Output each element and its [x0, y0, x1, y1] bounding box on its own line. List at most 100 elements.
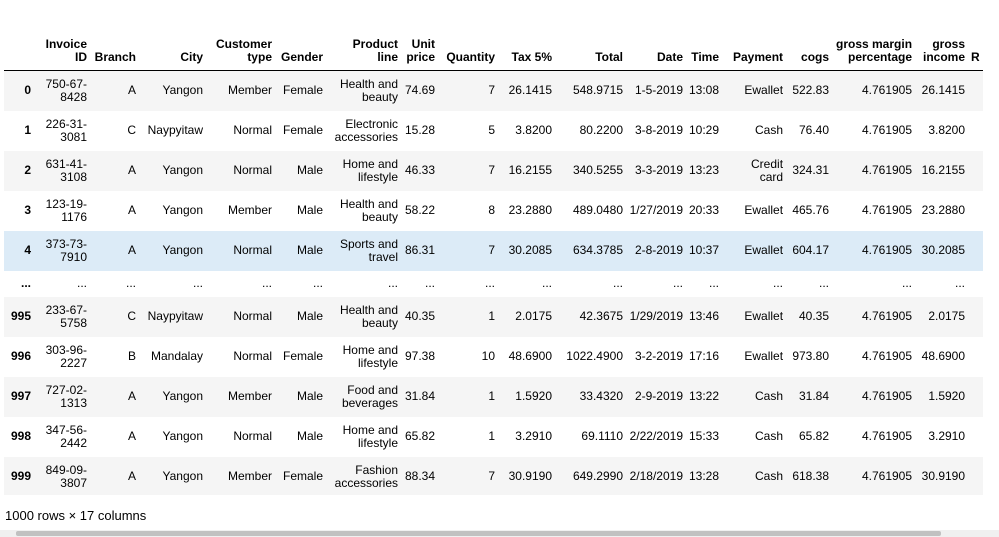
table-cell: 340.5255	[572, 163, 623, 177]
table-cell: 2-8-2019	[634, 243, 683, 257]
column-header: Payment	[722, 14, 787, 71]
table-row[interactable]: 996 303-96-2227 B Mandalay Normal Female Home …	[4, 336, 983, 377]
table-row[interactable]: 999 849-09-3807 A Yangon Member Female Fashion…	[4, 456, 983, 495]
table-row[interactable]: 998 347-56-2442 A Yangon Normal Male Home and …	[4, 416, 983, 457]
table-cell: 548.9715	[572, 83, 623, 98]
table-cell: 30.9190	[921, 469, 966, 483]
table-cell: 31.84	[799, 389, 830, 403]
table-cell: 88.34	[404, 469, 435, 483]
table-row[interactable]: 1 226-31-3081 C Naypyitaw Normal Female Electr…	[4, 110, 983, 151]
table-cell: A	[127, 243, 136, 257]
table-cell: Ewallet	[744, 83, 784, 98]
table-cell: 1	[488, 389, 495, 403]
table-cell: A	[127, 469, 136, 483]
table-cell: Electronic accessories	[334, 116, 398, 144]
table-cell: Male	[296, 429, 323, 443]
table-cell: 10:29	[689, 123, 720, 137]
table-row[interactable]: 2 631-41-3108 A Yangon Normal Male Home and li…	[4, 150, 983, 191]
table-row[interactable]: 0 750-67-8428 A Yangon Member Female Health an…	[4, 70, 983, 111]
table-cell: 3.2910	[515, 429, 552, 443]
row-index: 2	[24, 163, 31, 177]
table-cell: 4.761905	[861, 203, 913, 217]
dataframe-output: Invoice ID Branch City Customer type Gender P…	[0, 0, 999, 495]
row-index: 0	[24, 83, 31, 98]
table-cell: 4.761905	[861, 389, 913, 403]
table-cell: ...	[387, 276, 398, 290]
table-cell: Normal	[233, 243, 272, 257]
table-cell: 1-5-2019	[634, 83, 683, 98]
table-cell: 4.761905	[861, 243, 913, 257]
table-cell: Male	[296, 203, 323, 217]
table-cell: 17:16	[689, 349, 720, 363]
table-cell-padding	[968, 297, 983, 337]
table-row[interactable]: 3 123-19-1176 A Yangon Member Male Health and …	[4, 190, 983, 231]
table-cell: 1/29/2019	[629, 309, 683, 323]
table-cell: 3-2-2019	[634, 349, 683, 363]
table-cell: 226-31-3081	[45, 116, 87, 144]
table-cell: 13:46	[689, 309, 720, 323]
table-cell: 1	[488, 429, 495, 443]
table-cell: 46.33	[404, 163, 435, 177]
table-cell: 3-3-2019	[634, 163, 683, 177]
table-cell: 347-56-2442	[45, 422, 87, 450]
table-cell: ...	[261, 276, 272, 290]
column-header: cogs	[786, 14, 833, 71]
table-cell: 15:33	[689, 429, 720, 443]
table-cell: 2/18/2019	[629, 469, 683, 483]
table-cell: 20:33	[689, 203, 720, 217]
table-cell: 522.83	[792, 83, 830, 98]
table-cell: Normal	[233, 429, 272, 443]
table-cell: 42.3675	[579, 309, 623, 323]
scrollbar-thumb[interactable]	[16, 531, 941, 536]
table-cell: 23.2880	[921, 203, 966, 217]
column-header: Tax 5%	[498, 14, 555, 71]
table-cell: ...	[672, 276, 683, 290]
table-cell: Mandalay	[150, 349, 203, 363]
table-cell: 849-09-3807	[45, 462, 87, 490]
table-cell: 1	[488, 309, 495, 323]
row-index: ...	[20, 276, 31, 290]
table-cell: 631-41-3108	[45, 156, 87, 184]
table-cell: Health and beauty	[339, 302, 398, 330]
table-cell: A	[127, 83, 136, 98]
table-cell: 1022.4900	[566, 349, 623, 363]
table-cell: Health and beauty	[339, 196, 398, 224]
table-cell: Female	[282, 349, 323, 363]
table-cell: Cash	[755, 123, 784, 137]
table-cell: 649.2990	[572, 469, 623, 483]
table-cell: 324.31	[792, 163, 830, 177]
table-cell-padding	[968, 71, 983, 111]
horizontal-scrollbar[interactable]	[0, 530, 999, 537]
dataframe-table: Invoice ID Branch City Customer type Gender P…	[4, 14, 983, 495]
column-header: gross income	[915, 14, 969, 71]
table-row[interactable]: 997 727-02-1313 A Yangon Member Male Food and …	[4, 376, 983, 417]
table-cell: 7	[488, 469, 495, 483]
table-cell: Normal	[233, 123, 272, 137]
table-cell: Sports and travel	[339, 236, 398, 264]
table-cell: 74.69	[404, 83, 435, 98]
column-header: Branch	[90, 14, 139, 71]
table-cell-padding	[968, 191, 983, 231]
table-cell: ...	[955, 276, 966, 290]
table-cell: 618.38	[792, 469, 830, 483]
ellipsis-row[interactable]: ........................................…	[4, 270, 983, 297]
table-cell-padding	[968, 111, 983, 151]
table-cell: Member	[227, 83, 272, 98]
table-cell: 86.31	[404, 243, 435, 257]
column-header: Quantity	[438, 14, 498, 71]
table-cell: 40.35	[404, 309, 435, 323]
table-cell: Normal	[233, 309, 272, 323]
table-row[interactable]: 4 373-73-7910 A Yangon Normal Male Sports and …	[4, 230, 983, 271]
table-cell: 7	[488, 243, 495, 257]
table-row[interactable]: 995 233-67-5758 C Naypyitaw Normal Male Health…	[4, 296, 983, 337]
column-header: Total	[555, 14, 626, 71]
row-index: 997	[10, 389, 31, 403]
table-cell: 604.17	[792, 243, 830, 257]
table-cell: C	[127, 123, 136, 137]
table-cell: Ewallet	[744, 349, 784, 363]
table-cell: 7	[488, 163, 495, 177]
table-cell: ...	[709, 276, 720, 290]
table-cell: 465.76	[792, 203, 830, 217]
table-cell: 4.761905	[861, 163, 913, 177]
table-cell: 69.1110	[581, 429, 623, 443]
